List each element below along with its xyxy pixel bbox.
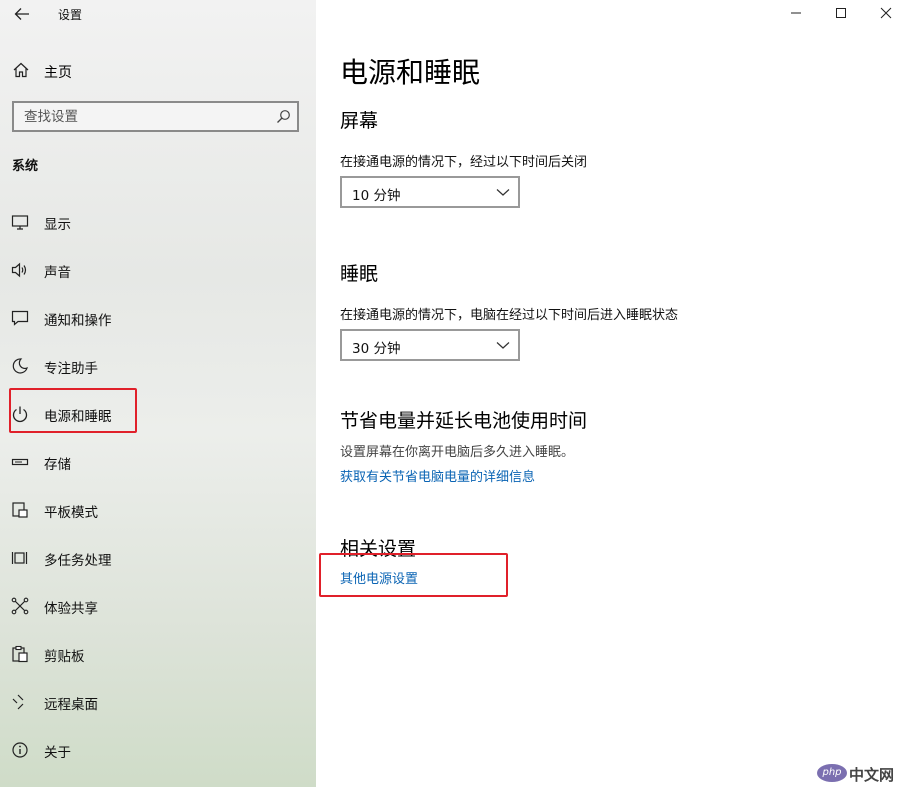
app-title: 设置	[58, 8, 83, 22]
sidebar-item-about[interactable]: 关于	[0, 726, 316, 774]
maximize-button[interactable]	[818, 0, 864, 28]
title-bar: 设置	[0, 0, 316, 30]
minimize-icon	[791, 12, 801, 14]
page-title: 电源和睡眠	[340, 56, 481, 89]
sidebar-item-storage[interactable]: 存储	[0, 438, 316, 486]
sidebar-item-label: 专注助手	[44, 361, 98, 377]
sidebar-item-clipboard[interactable]: 剪贴板	[0, 630, 316, 678]
sidebar-item-power-sleep[interactable]: 电源和睡眠	[0, 390, 316, 438]
close-icon	[880, 7, 892, 19]
screen-description: 在接通电源的情况下，经过以下时间后关闭	[340, 155, 588, 170]
sidebar-item-label: 显示	[44, 217, 71, 233]
minimize-button[interactable]	[773, 0, 819, 28]
sleep-timeout-select[interactable]: 30 分钟	[340, 329, 520, 361]
search-box[interactable]	[12, 101, 299, 132]
search-input[interactable]	[14, 103, 264, 130]
main-content: 电源和睡眠 屏幕 在接通电源的情况下，经过以下时间后关闭 10 分钟 睡眠 在接…	[316, 0, 903, 787]
chevron-down-icon	[496, 342, 510, 349]
storage-icon	[11, 458, 29, 466]
battery-heading: 节省电量并延长电池使用时间	[340, 410, 588, 432]
battery-info-link[interactable]: 获取有关节省电脑电量的详细信息	[340, 466, 535, 485]
sleep-heading: 睡眠	[340, 263, 379, 285]
share-icon	[11, 597, 29, 615]
display-icon	[11, 215, 29, 230]
sidebar-item-multitasking[interactable]: 多任务处理	[0, 534, 316, 582]
notification-icon	[11, 310, 29, 326]
sidebar-item-label: 多任务处理	[44, 553, 112, 569]
sidebar: 设置 主页 系统 显示 声音	[0, 0, 316, 787]
chevron-down-icon	[496, 189, 510, 196]
sidebar-item-label: 体验共享	[44, 601, 98, 617]
watermark-text: 中文网	[849, 766, 895, 784]
home-label: 主页	[44, 65, 72, 81]
back-arrow-icon	[14, 8, 29, 20]
section-label-system: 系统	[12, 159, 39, 174]
sidebar-item-label: 电源和睡眠	[44, 409, 112, 425]
sidebar-item-display[interactable]: 显示	[0, 198, 316, 246]
sidebar-item-tablet-mode[interactable]: 平板模式	[0, 486, 316, 534]
sidebar-item-label: 关于	[44, 745, 71, 761]
back-button[interactable]	[10, 2, 34, 26]
sidebar-item-label: 声音	[44, 265, 71, 281]
screen-timeout-select[interactable]: 10 分钟	[340, 176, 520, 208]
clipboard-icon	[12, 645, 28, 663]
sidebar-item-sound[interactable]: 声音	[0, 246, 316, 294]
sidebar-item-label: 平板模式	[44, 505, 98, 521]
sidebar-item-label: 剪贴板	[44, 649, 85, 665]
tablet-icon	[12, 502, 28, 518]
sleep-timeout-value: 30 分钟	[352, 341, 401, 357]
sidebar-item-label: 通知和操作	[44, 313, 112, 329]
multitask-icon	[11, 552, 28, 564]
screen-timeout-value: 10 分钟	[352, 188, 401, 204]
additional-power-settings-link[interactable]: 其他电源设置	[340, 568, 418, 587]
sidebar-home[interactable]: 主页	[0, 54, 316, 86]
speaker-icon	[11, 262, 27, 278]
sidebar-item-shared-experiences[interactable]: 体验共享	[0, 582, 316, 630]
sidebar-item-label: 远程桌面	[44, 697, 98, 713]
screen-heading: 屏幕	[340, 110, 379, 132]
close-button[interactable]	[863, 0, 903, 28]
sleep-description: 在接通电源的情况下，电脑在经过以下时间后进入睡眠状态	[340, 308, 679, 323]
sidebar-item-notifications[interactable]: 通知和操作	[0, 294, 316, 342]
remote-desktop-icon	[12, 694, 24, 710]
maximize-icon	[836, 8, 846, 18]
related-settings-heading: 相关设置	[340, 538, 417, 560]
watermark-logo: php 中文网	[817, 763, 899, 785]
info-icon	[12, 742, 28, 758]
sidebar-item-remote-desktop[interactable]: 远程桌面	[0, 678, 316, 726]
power-icon	[12, 406, 28, 423]
moon-icon	[12, 358, 28, 374]
sidebar-item-focus-assist[interactable]: 专注助手	[0, 342, 316, 390]
home-icon	[13, 62, 29, 78]
sidebar-item-label: 存储	[44, 457, 71, 473]
watermark-badge: php	[817, 764, 847, 782]
battery-description: 设置屏幕在你离开电脑后多久进入睡眠。	[340, 445, 575, 460]
search-icon[interactable]	[276, 109, 291, 124]
